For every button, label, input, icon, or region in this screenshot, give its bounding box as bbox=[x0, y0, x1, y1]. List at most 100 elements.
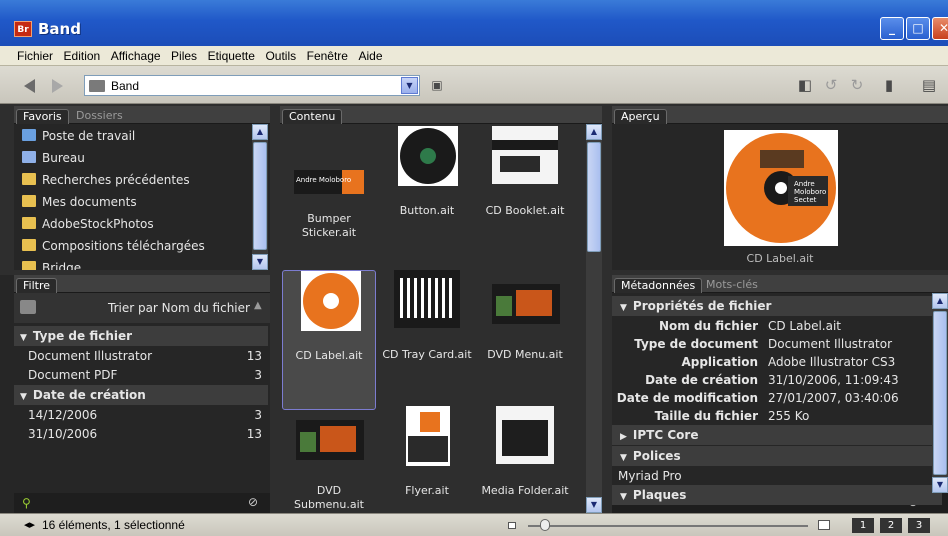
contenu-scrollbar[interactable]: ▲ ▼ bbox=[586, 124, 602, 513]
scroll-down-icon[interactable]: ▼ bbox=[586, 497, 602, 513]
filter-row-label: Document Illustrator bbox=[28, 349, 153, 363]
scroll-up-icon[interactable]: ▲ bbox=[932, 293, 948, 309]
favoris-scrollbar[interactable]: ▲ ▼ bbox=[252, 124, 268, 270]
favorite-item[interactable]: Poste de travail bbox=[14, 126, 250, 146]
folder-icon bbox=[89, 80, 105, 92]
content-thumbnail[interactable]: DVD Menu.ait bbox=[478, 270, 572, 410]
scroll-up-icon[interactable]: ▲ bbox=[586, 124, 602, 140]
menu-affichage[interactable]: Affichage bbox=[108, 46, 164, 63]
metadata-section-header[interactable]: ▶ IPTC Core bbox=[612, 425, 942, 445]
new-folder-icon[interactable]: ◧ bbox=[796, 76, 814, 94]
filter-row[interactable]: 31/10/2006 13 bbox=[28, 425, 266, 443]
menu-etiquette[interactable]: Etiquette bbox=[205, 46, 258, 63]
tab-mots-cles[interactable]: Mots-clés bbox=[700, 278, 764, 293]
metadata-value[interactable]: 31/10/2006, 11:09:43 bbox=[768, 371, 899, 389]
expanded-triangle-icon[interactable]: ▼ bbox=[620, 487, 627, 507]
favorite-item[interactable]: Bridge bbox=[14, 258, 250, 270]
view-button-2[interactable]: 2 bbox=[880, 518, 902, 533]
favorite-label: Bridge bbox=[42, 261, 82, 270]
menu-piles[interactable]: Piles bbox=[168, 46, 200, 63]
dvd-green-block bbox=[496, 296, 512, 316]
clear-filter-icon[interactable]: ⊘ bbox=[248, 495, 258, 509]
expand-triangle-icon[interactable]: ▼ bbox=[20, 328, 27, 348]
content-thumbnail[interactable]: CD Tray Card.ait bbox=[380, 270, 474, 410]
menu-fichier[interactable]: Fichier bbox=[14, 46, 56, 63]
scroll-thumb[interactable] bbox=[587, 142, 601, 252]
filter-row[interactable]: Document PDF 3 bbox=[28, 366, 266, 384]
metadata-scrollbar[interactable]: ▲ ▼ bbox=[932, 293, 948, 493]
scroll-up-icon[interactable]: ▲ bbox=[252, 124, 268, 140]
content-thumbnail[interactable]: Andre Moloboro Bumper Sticker.ait bbox=[282, 126, 376, 266]
close-button[interactable]: ✕ bbox=[932, 17, 948, 40]
thumbnail-image bbox=[296, 420, 364, 460]
tab-contenu[interactable]: Contenu bbox=[282, 109, 343, 124]
menu-fenetre[interactable]: Fenêtre bbox=[304, 46, 351, 63]
scroll-thumb[interactable] bbox=[933, 311, 947, 475]
slider-handle[interactable] bbox=[540, 519, 550, 531]
chevron-down-icon[interactable]: ▼ bbox=[401, 77, 418, 94]
tab-metadonnees[interactable]: Métadonnées bbox=[614, 278, 703, 293]
compact-mode-icon[interactable]: ▤ bbox=[920, 76, 938, 94]
metadata-section-header[interactable]: ▼ Polices bbox=[612, 446, 942, 466]
rotate-left-icon[interactable]: ↺ bbox=[822, 76, 840, 94]
metadata-value[interactable]: 27/01/2007, 03:40:06 bbox=[768, 389, 899, 407]
sort-order-icon[interactable]: ▲ bbox=[254, 300, 262, 311]
favorite-item[interactable]: Recherches précédentes bbox=[14, 170, 250, 190]
content-thumbnail[interactable]: Flyer.ait bbox=[380, 406, 474, 513]
tab-favoris[interactable]: Favoris bbox=[16, 109, 69, 124]
favorite-item[interactable]: Bureau bbox=[14, 148, 250, 168]
metadata-value[interactable]: Adobe Illustrator CS3 bbox=[768, 353, 895, 371]
filter-row-count: 13 bbox=[246, 427, 262, 441]
favorite-item[interactable]: AdobeStockPhotos bbox=[14, 214, 250, 234]
favorite-item[interactable]: Mes documents bbox=[14, 192, 250, 212]
metadata-value[interactable]: Document Illustrator bbox=[768, 335, 892, 353]
favoris-panel: Favoris Dossiers ▲ ▼ Poste de travail Bur… bbox=[14, 106, 270, 270]
collapsed-triangle-icon[interactable]: ▶ bbox=[620, 427, 627, 447]
filter-row[interactable]: Document Illustrator 13 bbox=[28, 347, 266, 365]
rotate-right-icon[interactable]: ↻ bbox=[848, 76, 866, 94]
content-thumbnail[interactable]: Button.ait bbox=[380, 126, 474, 266]
path-dropdown[interactable]: Band ▼ bbox=[84, 75, 420, 96]
filter-options-icon[interactable] bbox=[20, 300, 36, 314]
metadata-section-header[interactable]: ▼ Propriétés de fichier bbox=[612, 296, 942, 316]
content-thumbnail[interactable]: DVD Submenu.ait bbox=[282, 406, 376, 513]
go-up-folder-icon[interactable]: ▣ bbox=[428, 76, 446, 94]
folder-icon bbox=[22, 239, 36, 251]
folder-icon bbox=[22, 173, 36, 185]
tab-apercu[interactable]: Aperçu bbox=[614, 109, 667, 124]
scroll-down-icon[interactable]: ▼ bbox=[932, 477, 948, 493]
metadata-value[interactable]: 255 Ko bbox=[768, 407, 809, 425]
scroll-thumb[interactable] bbox=[253, 142, 267, 250]
favorite-item[interactable]: Compositions téléchargées bbox=[14, 236, 250, 256]
scroll-down-icon[interactable]: ▼ bbox=[252, 254, 268, 270]
filter-section-header[interactable]: ▼ Date de création bbox=[14, 385, 268, 405]
content-thumbnail[interactable]: CD Label.ait bbox=[282, 270, 376, 410]
menu-outils[interactable]: Outils bbox=[262, 46, 299, 63]
filter-row[interactable]: 14/12/2006 3 bbox=[28, 406, 266, 424]
sort-label[interactable]: Trier par Nom du fichier bbox=[108, 301, 250, 315]
tab-filtre[interactable]: Filtre bbox=[16, 278, 58, 293]
trash-icon[interactable]: ▮ bbox=[880, 76, 898, 94]
maximize-button[interactable]: □ bbox=[906, 17, 930, 40]
metadata-value[interactable]: CD Label.ait bbox=[768, 317, 841, 335]
view-button-3[interactable]: 3 bbox=[908, 518, 930, 533]
menu-edition[interactable]: Edition bbox=[61, 46, 104, 63]
thumbnail-large-icon bbox=[818, 520, 830, 530]
menu-aide[interactable]: Aide bbox=[355, 46, 385, 63]
minimize-button[interactable]: _ bbox=[880, 17, 904, 40]
content-thumbnail[interactable]: Media Folder.ait bbox=[478, 406, 572, 513]
pin-icon[interactable]: ⚲ bbox=[22, 496, 31, 510]
thumbnail-caption: DVD Menu.ait bbox=[487, 348, 563, 361]
back-arrow-icon[interactable] bbox=[24, 79, 35, 93]
expanded-triangle-icon[interactable]: ▼ bbox=[620, 448, 627, 468]
thumbnail-size-slider[interactable] bbox=[528, 525, 808, 527]
panel-toggle-icon[interactable]: ◂▸ bbox=[24, 518, 35, 531]
tab-dossiers[interactable]: Dossiers bbox=[70, 109, 129, 124]
forward-arrow-icon[interactable] bbox=[52, 79, 63, 93]
expanded-triangle-icon[interactable]: ▼ bbox=[620, 298, 627, 318]
filter-section-header[interactable]: ▼ Type de fichier bbox=[14, 326, 268, 346]
content-thumbnail[interactable]: CD Booklet.ait bbox=[478, 126, 572, 266]
view-button-1[interactable]: 1 bbox=[852, 518, 874, 533]
metadata-section-header[interactable]: ▼ Plaques bbox=[612, 485, 942, 505]
expand-triangle-icon[interactable]: ▼ bbox=[20, 387, 27, 407]
